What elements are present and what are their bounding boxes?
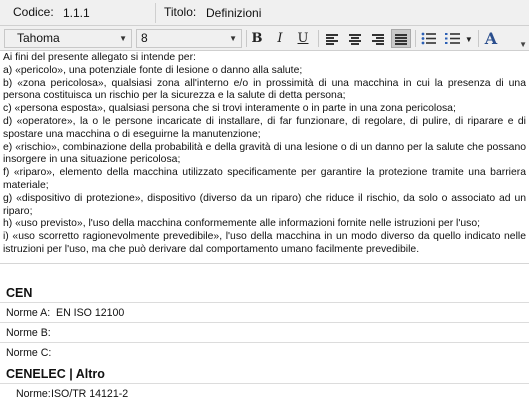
align-right-button[interactable] (368, 29, 388, 48)
norm-row-a[interactable]: Norme A: EN ISO 12100 (0, 302, 529, 322)
align-center-icon (349, 34, 361, 45)
toolbar-separator (318, 30, 319, 47)
underline-button[interactable]: U (293, 29, 313, 48)
align-justify-button[interactable] (391, 29, 411, 48)
title-field[interactable] (203, 4, 523, 22)
code-label: Codice: (13, 5, 54, 19)
norm-other-label: Norme: (16, 388, 51, 400)
norm-a-value: EN ISO 12100 (56, 307, 125, 319)
cenelec-section-title: CENELEC | Altro (6, 367, 105, 381)
definition-item: e) «rischio», combinazione della probabi… (3, 141, 526, 166)
definition-item: b) «zona pericolosa», qualsiasi zona all… (3, 77, 526, 102)
align-center-button[interactable] (345, 29, 365, 48)
norm-a-label: Norme A: (6, 307, 51, 319)
font-name-value: Tahoma (17, 31, 60, 45)
align-justify-icon (395, 34, 407, 45)
definition-item: g) «dispositivo di protezione», disposit… (3, 192, 526, 217)
definition-item: h) «uso previsto», l'uso della macchina … (3, 218, 480, 230)
bold-button[interactable]: B (247, 29, 267, 48)
record-header: Codice: Titolo: (0, 0, 529, 26)
font-name-select[interactable]: Tahoma ▼ (4, 29, 132, 48)
numbered-list-icon (445, 33, 461, 44)
cen-section-title: CEN (6, 286, 33, 300)
toolbar-separator (415, 30, 416, 47)
norm-row-c[interactable]: Norme C: (0, 342, 529, 362)
chevron-down-icon: ▼ (229, 34, 237, 43)
chevron-down-icon: ▼ (119, 34, 127, 43)
italic-button[interactable]: I (270, 29, 290, 48)
bullet-list-button[interactable] (419, 29, 439, 48)
code-field[interactable] (60, 4, 150, 22)
align-left-button[interactable] (322, 29, 342, 48)
font-size-select[interactable]: 8 ▼ (136, 29, 242, 48)
font-size-value: 8 (141, 31, 148, 45)
align-right-icon (372, 34, 384, 45)
norm-c-label: Norme C: (6, 347, 52, 359)
toolbar-separator (478, 30, 479, 47)
bullet-list-icon (421, 32, 436, 45)
definition-item: d) «operatore», la o le persone incarica… (3, 115, 526, 140)
formatting-toolbar: Tahoma ▼ 8 ▼ B I U ▼ A (0, 26, 529, 51)
norm-b-label: Norme B: (6, 327, 51, 339)
editor-bottom-border (0, 263, 529, 264)
definition-item: c) «persona esposta», qualsiasi persona … (3, 103, 456, 115)
norm-other-value: ISO/TR 14121-2 (51, 388, 129, 400)
definitions-editor[interactable]: Ai fini del presente allegato si intende… (3, 52, 526, 260)
title-label: Titolo: (164, 5, 197, 19)
definition-item: a) «pericolo», una potenziale fonte di l… (3, 64, 303, 76)
norm-row-b[interactable]: Norme B: (0, 322, 529, 342)
numbered-list-button[interactable]: ▼ (442, 29, 476, 48)
chevron-down-icon: ▼ (464, 35, 473, 44)
header-divider (155, 3, 156, 23)
editor-intro: Ai fini del presente allegato si intende… (3, 52, 196, 63)
align-left-icon (326, 34, 338, 45)
definition-item: f) «riparo», elemento della macchina uti… (3, 167, 526, 191)
norm-row-other[interactable]: Norme: ISO/TR 14121-2 (0, 383, 529, 403)
scroll-down-icon[interactable]: ▼ (519, 40, 527, 49)
text-color-button[interactable]: A (481, 29, 501, 48)
definition-item: i) «uso scorretto ragionevolmente preved… (3, 231, 526, 255)
